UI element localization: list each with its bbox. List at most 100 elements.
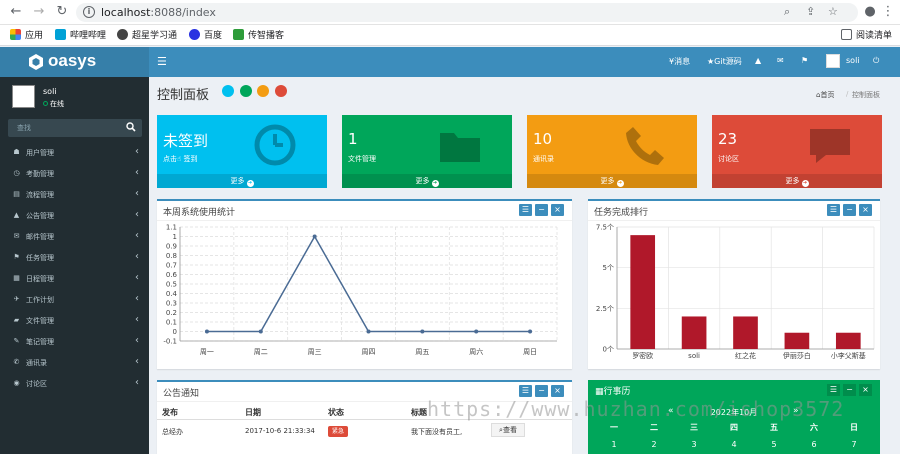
panel-title: 任务完成排行	[594, 208, 649, 218]
folder-icon	[440, 133, 480, 162]
sidebar-item-files[interactable]: ▰ 文件管理 ‹	[0, 310, 149, 331]
sidebar-item-attendance[interactable]: ◷ 考勤管理 ‹	[0, 163, 149, 184]
bell-icon[interactable]: ▲	[755, 56, 761, 65]
chevron-left-icon: ‹	[135, 209, 139, 220]
sidebar-item-notes[interactable]: ✎ 笔记管理 ‹	[0, 331, 149, 352]
flag-icon[interactable]: ⚑	[801, 56, 808, 65]
sidebar-item-process[interactable]: ▤ 流程管理 ‹	[0, 184, 149, 205]
reload-icon[interactable]: ↻	[54, 4, 70, 20]
bookmark-star-icon[interactable]: ☆	[828, 5, 838, 18]
chevron-left-icon: ‹	[135, 335, 139, 346]
panel-title: 本周系统使用统计	[163, 208, 236, 218]
sidebar-item-forum[interactable]: ◉ 讨论区 ‹	[0, 373, 149, 394]
baidu-paw-icon	[189, 29, 200, 40]
y-tick-label: 0.3	[166, 300, 177, 308]
close-button[interactable]: ×	[551, 385, 564, 397]
bell-icon: ▲	[13, 211, 20, 219]
bookmark-chaoxing[interactable]: 超星学习通	[117, 29, 177, 42]
list-icon[interactable]: ☰	[827, 204, 840, 216]
back-icon[interactable]: ←	[8, 4, 24, 20]
card-more-link[interactable]: 更多 ➜	[157, 174, 327, 188]
apps-grid-icon	[10, 29, 21, 40]
sidebar-item-contacts[interactable]: ✆ 通讯录 ‹	[0, 352, 149, 373]
close-button[interactable]: ×	[859, 384, 872, 396]
sidebar-item-task[interactable]: ⚑ 任务管理 ‹	[0, 247, 149, 268]
color-dot-aqua[interactable]	[222, 85, 234, 97]
list-icon[interactable]: ☰	[827, 384, 840, 396]
site-info-icon[interactable]: i	[83, 6, 95, 18]
bookmark-apps[interactable]: 应用	[10, 29, 43, 42]
sidebar-item-user-management[interactable]: ☗ 用户管理 ‹	[0, 142, 149, 163]
list-icon[interactable]: ☰	[519, 204, 532, 216]
zoom-icon[interactable]: ⌕	[784, 5, 790, 19]
collapse-button[interactable]: −	[535, 385, 548, 397]
view-button[interactable]: ⌕查看	[491, 423, 525, 437]
card-more-link[interactable]: 更多 ➜	[712, 174, 882, 188]
calendar-day[interactable]: 5	[759, 440, 789, 449]
card-files[interactable]: 1 文件管理 更多 ➜	[342, 115, 512, 188]
card-contacts[interactable]: 10 通讯录 更多 ➜	[527, 115, 697, 188]
color-dot-orange[interactable]	[257, 85, 269, 97]
chevron-left-icon: ‹	[135, 314, 139, 325]
calendar-day[interactable]: 1	[599, 440, 629, 449]
card-more-link[interactable]: 更多 ➜	[527, 174, 697, 188]
bookmark-bilibili[interactable]: 哔哩哔哩	[55, 29, 106, 42]
topbar-username[interactable]: soli	[846, 56, 860, 65]
panel-title: 公告通知	[163, 389, 200, 399]
card-more-link[interactable]: 更多 ➜	[342, 174, 512, 188]
calendar-day[interactable]: 2	[639, 440, 669, 449]
weekday-label: 一	[610, 423, 618, 432]
bar	[784, 332, 810, 349]
sidebar-toggle-icon[interactable]: ☰	[157, 55, 167, 68]
weekday-label: 五	[770, 423, 778, 432]
bookmark-baidu[interactable]: 百度	[189, 29, 222, 42]
oasys-logo-icon	[29, 54, 43, 70]
users-icon: ☗	[13, 148, 20, 156]
mail-icon[interactable]: ✉	[777, 56, 784, 65]
collapse-button[interactable]: −	[535, 204, 548, 216]
card-label[interactable]: 点击☝ 签到	[163, 154, 198, 164]
close-button[interactable]: ×	[859, 204, 872, 216]
search-icon[interactable]	[126, 122, 136, 132]
power-icon[interactable]: ⏻	[873, 56, 879, 66]
collapse-button[interactable]: −	[843, 204, 856, 216]
share-icon[interactable]: ⇪	[806, 5, 815, 18]
profile-icon[interactable]: ●	[862, 4, 878, 20]
messages-link[interactable]: ¥消息	[669, 56, 690, 67]
sidebar-item-schedule[interactable]: ▦ 日程管理 ‹	[0, 268, 149, 289]
bookmark-itcast[interactable]: 传智播客	[233, 29, 284, 42]
phone-icon: ✆	[13, 358, 20, 366]
avatar[interactable]	[826, 54, 840, 68]
reading-list[interactable]: 阅读清单	[841, 29, 892, 42]
weekly-usage-panel: 本周系统使用统计 ☰ − × -0.1 0 0.1 0.2 0.3 0.4 0.5 0.6 0.…	[157, 199, 572, 369]
sidebar-item-work-plan[interactable]: ✈ 工作计划 ‹	[0, 289, 149, 310]
sidebar-item-mail[interactable]: ✉ 邮件管理 ‹	[0, 226, 149, 247]
menu-dots-icon[interactable]: ⋮	[880, 4, 896, 20]
list-icon[interactable]: ☰	[519, 385, 532, 397]
card-forum[interactable]: 23 讨论区 更多 ➜	[712, 115, 882, 188]
data-point	[528, 329, 533, 334]
collapse-button[interactable]: −	[843, 384, 856, 396]
close-button[interactable]: ×	[551, 204, 564, 216]
card-sign-in[interactable]: 未签到 点击☝ 签到 更多 ➜	[157, 115, 327, 188]
sidebar-item-announcement[interactable]: ▲ 公告管理 ‹	[0, 205, 149, 226]
calendar-day[interactable]: 3	[679, 440, 709, 449]
color-dot-red[interactable]	[275, 85, 287, 97]
forward-icon[interactable]: →	[31, 4, 47, 20]
app-logo[interactable]: oasys	[0, 47, 149, 77]
calendar-day[interactable]: 7	[839, 440, 869, 449]
weekly-line-chart: -0.1 00.1 0.20.3 0.40.5 0.60.7 0.80.9 11.1 周一 周二…	[163, 224, 558, 356]
color-dot-green[interactable]	[240, 85, 252, 97]
weekday-label: 日	[850, 423, 858, 432]
bar	[835, 332, 861, 349]
y-tick-label: 7.5个	[596, 224, 614, 232]
breadcrumb-home[interactable]: ⌂首页	[816, 90, 834, 100]
address-bar[interactable]: i localhost:8088/index ⌕ ⇪ ☆	[76, 3, 858, 22]
calendar-day[interactable]: 6	[799, 440, 829, 449]
panel-header: 本周系统使用统计 ☰ − ×	[157, 201, 572, 221]
calendar-day[interactable]: 4	[719, 440, 749, 449]
data-point	[420, 329, 425, 334]
git-link[interactable]: ★Git源码	[707, 56, 742, 67]
calendar-icon: ▦	[13, 274, 20, 282]
sidebar-search-input[interactable]: 查找	[8, 119, 142, 137]
